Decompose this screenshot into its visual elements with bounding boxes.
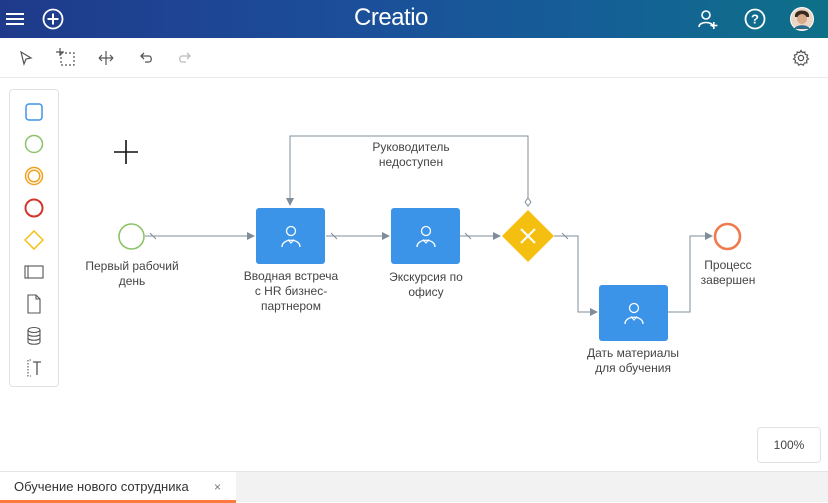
zoom-level[interactable]: 100% bbox=[757, 427, 821, 463]
user-task-icon bbox=[623, 302, 644, 325]
start-event[interactable] bbox=[117, 222, 146, 251]
exclusive-gateway[interactable] bbox=[501, 209, 555, 263]
tab-process-diagram[interactable]: Обучение нового сотрудника bbox=[0, 472, 236, 503]
tab-close-icon[interactable]: × bbox=[214, 480, 221, 494]
user-task-icon bbox=[280, 225, 301, 248]
loop-flow-label: Руководитель недоступен bbox=[372, 140, 450, 169]
tab-label: Обучение нового сотрудника bbox=[14, 478, 189, 494]
end-event-label: Процесс завершен bbox=[700, 258, 756, 287]
user-task-office-tour[interactable] bbox=[391, 208, 460, 264]
start-event-label: Первый рабочий день bbox=[85, 259, 179, 288]
task3-label: Дать материалы для обучения bbox=[587, 346, 679, 375]
user-task-give-materials[interactable] bbox=[599, 285, 668, 341]
tab-bar: Обучение нового сотрудника × bbox=[0, 471, 828, 503]
end-event[interactable] bbox=[713, 222, 742, 251]
task2-label: Экскурсия по офису bbox=[389, 270, 463, 299]
user-task-icon bbox=[415, 225, 436, 248]
task1-label: Вводная встреча с HR бизнес- партнером bbox=[243, 269, 339, 313]
user-task-intro-meeting[interactable] bbox=[256, 208, 325, 264]
